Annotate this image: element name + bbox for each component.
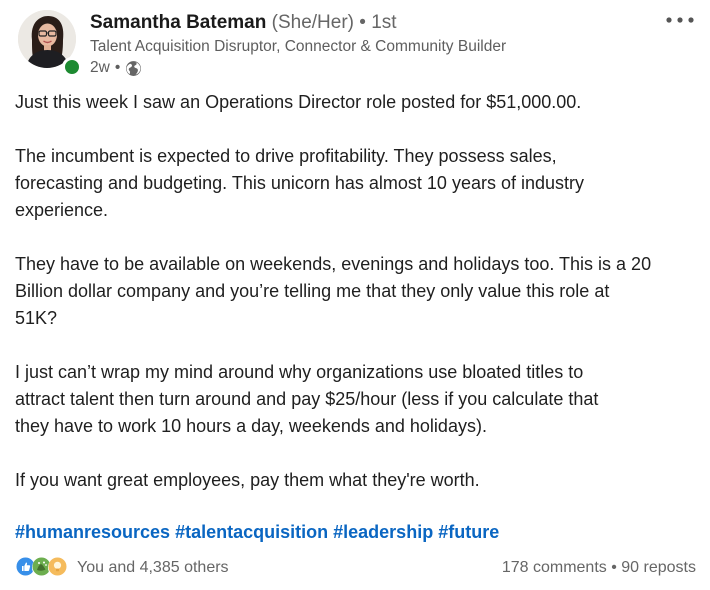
- author-name-line: Samantha Bateman (She/Her) • 1st: [90, 11, 397, 35]
- reaction-icons: [16, 557, 69, 578]
- hashtag-humanresources[interactable]: #humanresources: [15, 522, 170, 542]
- hashtag-talentacquisition[interactable]: #talentacquisition: [175, 522, 328, 542]
- hashtags: #humanresources #talentacquisition #lead…: [15, 520, 499, 544]
- post-meta: 2w •: [90, 58, 142, 78]
- author-name[interactable]: Samantha Bateman: [90, 12, 266, 33]
- hashtag-leadership[interactable]: #leadership: [333, 522, 433, 542]
- social-separator: •: [611, 559, 617, 576]
- post-paragraph: Just this week I saw an Operations Direc…: [15, 92, 582, 112]
- comments-count[interactable]: 178 comments: [502, 559, 607, 576]
- post-paragraph: They have to be available on weekends, e…: [15, 254, 652, 328]
- post-options-button[interactable]: [664, 11, 696, 29]
- post-body: Just this week I saw an Operations Direc…: [15, 89, 705, 521]
- connection-degree: 1st: [371, 12, 397, 33]
- reposts-count[interactable]: 90 reposts: [621, 559, 696, 576]
- reactions-count: You and 4,385 others: [77, 558, 229, 576]
- online-status-indicator: [62, 57, 82, 77]
- post-paragraph: I just can’t wrap my mind around why org…: [15, 362, 599, 436]
- author-avatar[interactable]: [18, 10, 82, 77]
- post-paragraph: The incumbent is expected to drive profi…: [15, 146, 584, 220]
- author-headline: Talent Acquisition Disruptor, Connector …: [90, 38, 507, 55]
- social-counts: 178 comments • 90 reposts: [502, 559, 696, 577]
- name-separator: •: [359, 12, 366, 33]
- meta-separator: •: [114, 59, 121, 76]
- hashtag-future[interactable]: #future: [438, 522, 499, 542]
- reactions-summary[interactable]: You and 4,385 others: [16, 557, 229, 578]
- insightful-icon: [48, 557, 69, 578]
- feed-post: Samantha Bateman (She/Her) • 1st Talent …: [0, 0, 710, 590]
- post-time: 2w: [90, 59, 110, 76]
- more-horizontal-icon: [665, 11, 695, 29]
- globe-icon: [125, 60, 142, 77]
- post-paragraph: If you want great employees, pay them wh…: [15, 470, 480, 490]
- author-pronouns: (She/Her): [271, 12, 354, 33]
